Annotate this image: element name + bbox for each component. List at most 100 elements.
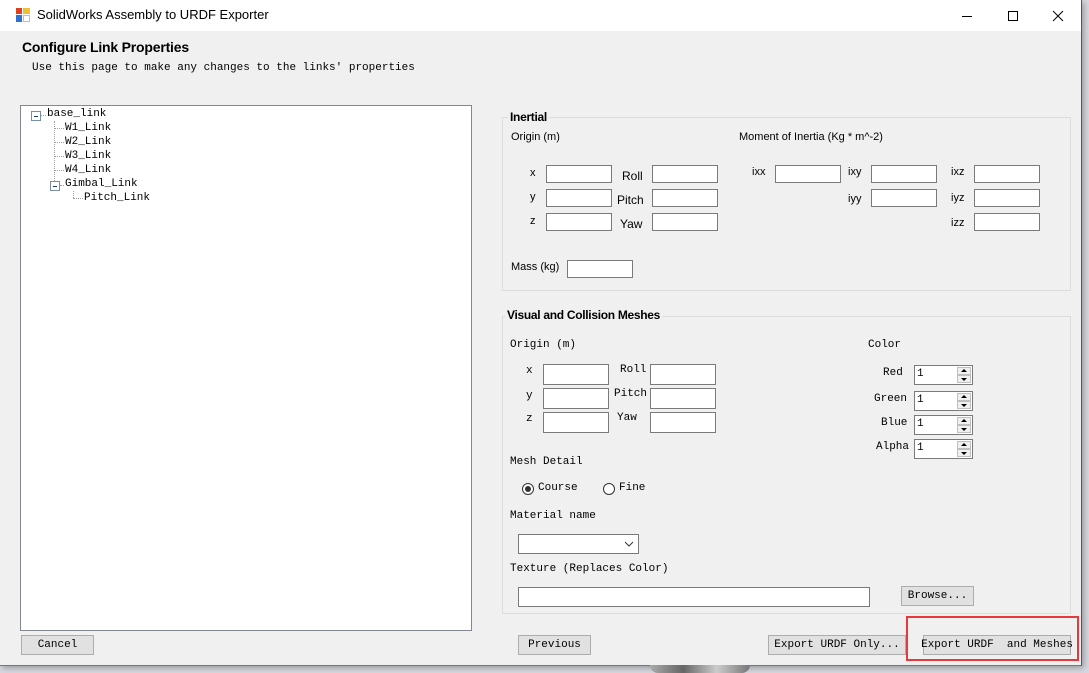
material-name-label: Material name — [510, 510, 596, 522]
cancel-button[interactable]: Cancel — [21, 635, 94, 655]
page-title: Configure Link Properties — [22, 39, 189, 55]
close-button[interactable] — [1035, 0, 1081, 31]
spinner-up-icon[interactable] — [957, 367, 971, 375]
maximize-button[interactable] — [990, 0, 1036, 31]
visual-z-input[interactable] — [543, 412, 609, 433]
inertial-z-input[interactable] — [546, 213, 612, 231]
tree-line — [60, 185, 64, 186]
tree-node-w4-link[interactable]: W4_Link — [65, 164, 111, 176]
visual-pitch-label: Pitch — [614, 388, 648, 400]
iyz-input[interactable] — [974, 189, 1040, 207]
tree-node-w3-link[interactable]: W3_Link — [65, 150, 111, 162]
window-title: SolidWorks Assembly to URDF Exporter — [37, 7, 269, 22]
tree-line — [54, 156, 64, 157]
spinner-up-icon[interactable] — [957, 393, 971, 401]
collapse-icon[interactable] — [31, 111, 41, 121]
ixx-label: ixx — [752, 166, 766, 178]
previous-button[interactable]: Previous — [518, 635, 591, 655]
izz-input[interactable] — [974, 213, 1040, 231]
spinner-down-icon[interactable] — [957, 449, 971, 457]
export-urdf-only-button[interactable]: Export URDF Only... — [768, 635, 906, 655]
background-logo — [650, 665, 750, 673]
blue-spinner[interactable]: 1 — [914, 415, 973, 435]
title-bar: SolidWorks Assembly to URDF Exporter — [0, 0, 1081, 31]
alpha-label: Alpha — [876, 441, 910, 453]
tree-node-gimbal-link[interactable]: Gimbal_Link — [65, 178, 138, 190]
iyy-input[interactable] — [871, 189, 937, 207]
tree-node-w2-link[interactable]: W2_Link — [65, 136, 111, 148]
ixy-input[interactable] — [871, 165, 937, 183]
material-name-dropdown[interactable] — [518, 534, 639, 554]
inertial-yaw-label: Yaw — [620, 217, 643, 231]
app-icon — [16, 8, 30, 22]
page-subtitle: Use this page to make any changes to the… — [32, 62, 415, 74]
mass-input[interactable] — [567, 260, 633, 278]
ixz-input[interactable] — [974, 165, 1040, 183]
inertial-roll-label: Roll — [622, 169, 643, 183]
visual-collision-title: Visual and Collision Meshes — [505, 308, 663, 322]
red-label: Red — [883, 367, 903, 379]
tree-line — [54, 142, 64, 143]
inertial-z-label: z — [530, 215, 536, 227]
green-label: Green — [874, 393, 908, 405]
mesh-detail-label: Mesh Detail — [510, 456, 583, 468]
moment-of-inertia-label: Moment of Inertia (Kg * m^-2) — [739, 131, 883, 143]
inertial-title: Inertial — [508, 110, 549, 124]
course-label[interactable]: Course — [538, 482, 578, 494]
visual-yaw-input[interactable] — [650, 412, 716, 433]
tree-node-pitch-link[interactable]: Pitch_Link — [84, 192, 150, 204]
blue-value: 1 — [917, 418, 924, 430]
course-radio[interactable] — [522, 483, 534, 495]
minimize-button[interactable] — [944, 0, 990, 31]
alpha-spinner[interactable]: 1 — [914, 439, 973, 459]
fine-label[interactable]: Fine — [619, 482, 645, 494]
iyz-label: iyz — [951, 192, 965, 204]
inertial-roll-input[interactable] — [652, 165, 718, 183]
tree-line — [54, 170, 64, 171]
inertial-y-input[interactable] — [546, 189, 612, 207]
inertial-yaw-input[interactable] — [652, 213, 718, 231]
tree-node-base-link[interactable]: base_link — [47, 108, 106, 120]
tree-line — [73, 198, 83, 199]
close-icon — [1052, 10, 1064, 21]
spinner-up-icon[interactable] — [957, 441, 971, 449]
red-spinner[interactable]: 1 — [914, 365, 973, 385]
highlight-box — [906, 616, 1079, 661]
visual-y-input[interactable] — [543, 388, 609, 409]
spinner-down-icon[interactable] — [957, 375, 971, 383]
inertial-y-label: y — [530, 191, 536, 203]
link-tree[interactable]: base_link W1_Link W2_Link W3_Link W4_Lin… — [20, 105, 472, 631]
visual-roll-label: Roll — [620, 364, 647, 376]
izz-label: izz — [951, 217, 965, 229]
tree-node-w1-link[interactable]: W1_Link — [65, 122, 111, 134]
green-value: 1 — [917, 394, 924, 406]
maximize-icon — [1008, 10, 1018, 21]
spinner-down-icon[interactable] — [957, 401, 971, 409]
texture-label: Texture (Replaces Color) — [510, 563, 669, 575]
tree-line — [41, 115, 46, 116]
exporter-window: SolidWorks Assembly to URDF Exporter Con… — [0, 0, 1082, 666]
ixy-label: ixy — [848, 166, 862, 178]
chevron-down-icon — [624, 541, 634, 547]
collapse-icon[interactable] — [50, 181, 60, 191]
ixx-input[interactable] — [775, 165, 841, 183]
visual-z-label: z — [526, 413, 533, 425]
red-value: 1 — [917, 368, 924, 380]
tree-line — [73, 191, 74, 198]
spinner-up-icon[interactable] — [957, 417, 971, 425]
visual-pitch-input[interactable] — [650, 388, 716, 409]
inertial-pitch-input[interactable] — [652, 189, 718, 207]
iyy-label: iyy — [848, 193, 862, 205]
visual-roll-input[interactable] — [650, 364, 716, 385]
browse-button[interactable]: Browse... — [901, 586, 974, 606]
spinner-down-icon[interactable] — [957, 425, 971, 433]
visual-y-label: y — [526, 390, 533, 402]
visual-x-input[interactable] — [543, 364, 609, 385]
tree-line — [54, 128, 64, 129]
inertial-x-input[interactable] — [546, 165, 612, 183]
fine-radio[interactable] — [603, 483, 615, 495]
mass-label: Mass (kg) — [511, 261, 560, 273]
green-spinner[interactable]: 1 — [914, 391, 973, 411]
color-label: Color — [868, 339, 902, 351]
texture-input[interactable] — [518, 587, 870, 607]
